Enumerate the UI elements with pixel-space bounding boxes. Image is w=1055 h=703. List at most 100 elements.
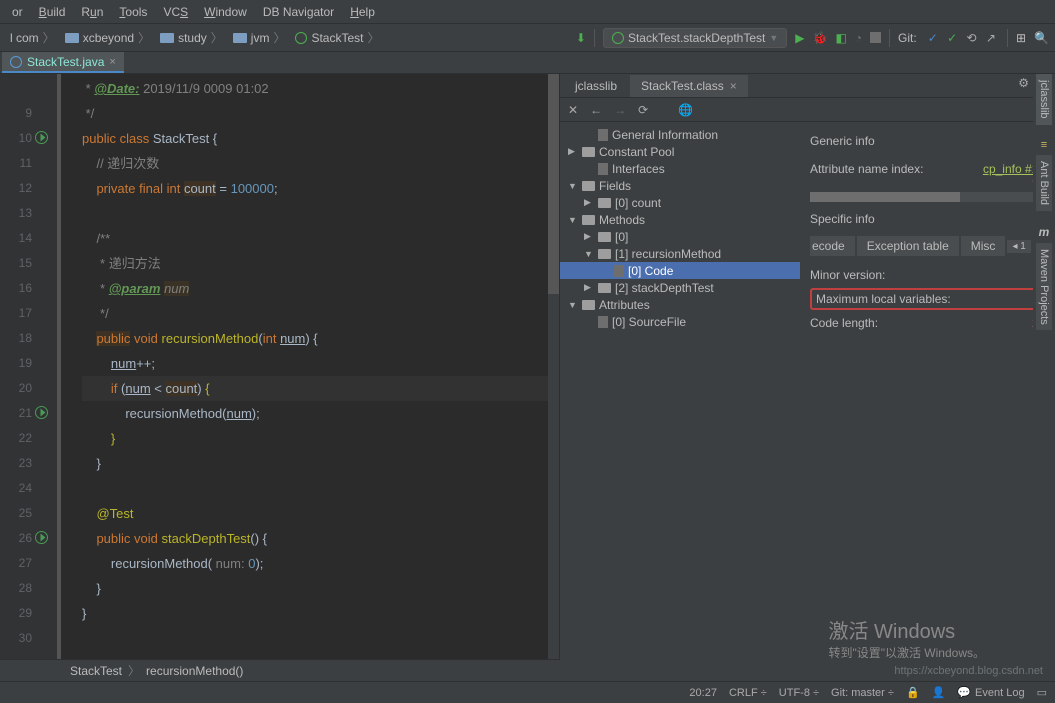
tool-ant[interactable]: Ant Build [1036,155,1052,211]
tab-jclasslib[interactable]: jclasslib [564,75,628,97]
class-tree[interactable]: General Information▶Constant PoolInterfa… [560,122,800,681]
editor-tab-stacktest[interactable]: StackTest.java × [2,52,124,73]
status-enc[interactable]: UTF-8 ÷ [779,687,819,699]
panel-tabs: jclasslib StackTest.class× ⚙ — [560,74,1055,98]
debug-icon[interactable]: 🐞 [812,31,827,45]
toolbar-right: ⬇ StackTest.stackDepthTest ▼ ▶ 🐞 ◧ ◔ Git… [576,28,1049,48]
profile-icon[interactable]: ◔ [855,31,862,45]
line-gutter: 9101112131415161718192021222324252627282… [0,74,52,681]
tree-node[interactable]: ▼Attributes [560,296,800,313]
coverage-icon[interactable]: ◧ [835,31,846,45]
web-icon[interactable]: 🌐 [678,103,693,117]
class-icon [295,32,307,44]
editor-scrollbar[interactable] [548,74,559,681]
mem-icon[interactable]: ▭ [1037,686,1047,699]
right-tool-strip: jclasslib ≡ Ant Build m Maven Projects [1033,74,1055,330]
folder-icon [65,33,79,43]
detail-row: Minor version:2 [810,264,1045,286]
editor-tabs: StackTest.java × [0,52,1055,74]
breadcrumbs: l com〉 xcbeyond〉 study〉 jvm〉 StackTest〉 [6,27,384,48]
java-class-icon [10,56,22,68]
jclasslib-panel: jclasslib StackTest.class× ⚙ — ✕ ← → ⟳ 🌐… [560,74,1055,681]
status-branch[interactable]: Git: master ÷ [831,687,894,699]
stop-icon[interactable] [870,32,881,43]
structure-icon[interactable]: ⊞ [1016,31,1026,45]
detail-row: Code length:15 [810,312,1045,334]
code-area[interactable]: * @Date: 2019/11/9 0009 01:02 */public c… [62,74,559,681]
tab-pager[interactable]: ◂ 1 [1007,240,1030,253]
crumb-study[interactable]: study〉 [156,27,227,48]
status-bar: 20:27 CRLF ÷ UTF-8 ÷ Git: master ÷ 🔒 👤 💬… [0,681,1055,703]
folder-icon [160,33,174,43]
tab-bytecode[interactable]: ecode [810,236,855,256]
crumb-xcbeyond[interactable]: xcbeyond〉 [61,27,154,48]
menu-dbnav[interactable]: DB Navigator [255,3,342,21]
attr-name-row: Attribute name index: cp_info #12 [810,158,1045,180]
menu-help[interactable]: Help [342,3,383,21]
git-label: Git: [898,31,917,45]
nav-bar: l com〉 xcbeyond〉 study〉 jvm〉 StackTest〉 … [0,24,1055,52]
status-time: 20:27 [689,687,717,699]
refresh-icon[interactable]: ⟳ [638,103,648,117]
tree-node[interactable]: ▶[0] count [560,194,800,211]
crumb-stacktest[interactable]: StackTest〉 [291,27,383,48]
forward-icon[interactable]: → [614,103,626,117]
tab-classfile[interactable]: StackTest.class× [630,75,748,97]
detail-pane: Generic info Attribute name index: cp_in… [800,122,1055,681]
bc-class[interactable]: StackTest [70,664,122,678]
editor-breadcrumb: StackTest 〉 recursionMethod() [0,659,560,681]
tab-misc[interactable]: Misc [961,236,1006,256]
run-config-selector[interactable]: StackTest.stackDepthTest ▼ [603,28,787,48]
menu-bar: or Build Run Tools VCS Window DB Navigat… [0,0,1055,24]
tree-node[interactable]: [0] SourceFile [560,313,800,330]
tree-node[interactable]: ▶Constant Pool [560,143,800,160]
test-icon [612,32,624,44]
close-icon[interactable]: × [730,79,737,93]
balloon-icon: 💬 [957,686,971,699]
crumb-com[interactable]: l com〉 [6,27,59,48]
git-update-icon[interactable]: ✓ [928,31,938,45]
bc-method[interactable]: recursionMethod() [146,664,243,678]
tree-node[interactable]: [0] Code [560,262,800,279]
run-icon[interactable]: ▶ [795,31,804,45]
back-icon[interactable]: ← [590,103,602,117]
specific-info-title: Specific info [810,212,1045,226]
tree-node[interactable]: General Information [560,126,800,143]
status-eol[interactable]: CRLF ÷ [729,687,767,699]
panel-toolbar: ✕ ← → ⟳ 🌐 [560,98,1055,122]
git-revert-icon[interactable]: ↗ [986,31,996,45]
tree-node[interactable]: ▼[1] recursionMethod [560,245,800,262]
event-log[interactable]: 💬Event Log [957,686,1024,699]
menu-tools[interactable]: Tools [111,3,155,21]
tool-maven[interactable]: Maven Projects [1036,243,1052,331]
git-history-icon[interactable]: ⟲ [967,31,977,45]
editor[interactable]: 9101112131415161718192021222324252627282… [0,74,560,681]
tree-node[interactable]: ▶[2] stackDepthTest [560,279,800,296]
menu-vcs[interactable]: VCS [155,3,196,21]
close-tab-icon[interactable]: × [109,56,115,68]
tree-node[interactable]: ▼Fields [560,177,800,194]
menu-build[interactable]: Build [31,3,74,21]
crumb-jvm[interactable]: jvm〉 [229,27,290,48]
menu-or[interactable]: or [4,3,31,21]
menu-window[interactable]: Window [196,3,255,21]
git-actions: ✓ ✓ ⟲ ↗ [925,31,999,45]
maven-m-icon: m [1039,225,1050,239]
search-icon[interactable]: 🔍 [1034,31,1049,45]
tree-node[interactable]: Interfaces [560,160,800,177]
folder-icon [233,33,247,43]
man-icon[interactable]: 👤 [932,686,946,699]
git-commit-icon[interactable]: ✓ [947,31,957,45]
tree-node[interactable]: ▶[0] [560,228,800,245]
generic-info-title: Generic info [810,134,1045,148]
tab-exception[interactable]: Exception table [857,236,959,256]
gear-icon[interactable]: ⚙ [1018,76,1029,90]
chevron-down-icon: ▼ [769,33,778,43]
close-x-icon[interactable]: ✕ [568,103,578,117]
tree-node[interactable]: ▼Methods [560,211,800,228]
lock-icon[interactable]: 🔒 [906,686,920,699]
tool-jclasslib[interactable]: jclasslib [1036,74,1052,125]
h-scrollbar[interactable] [810,192,1045,202]
build-hammer-icon[interactable]: ⬇ [576,31,586,45]
menu-run[interactable]: Run [73,3,111,21]
